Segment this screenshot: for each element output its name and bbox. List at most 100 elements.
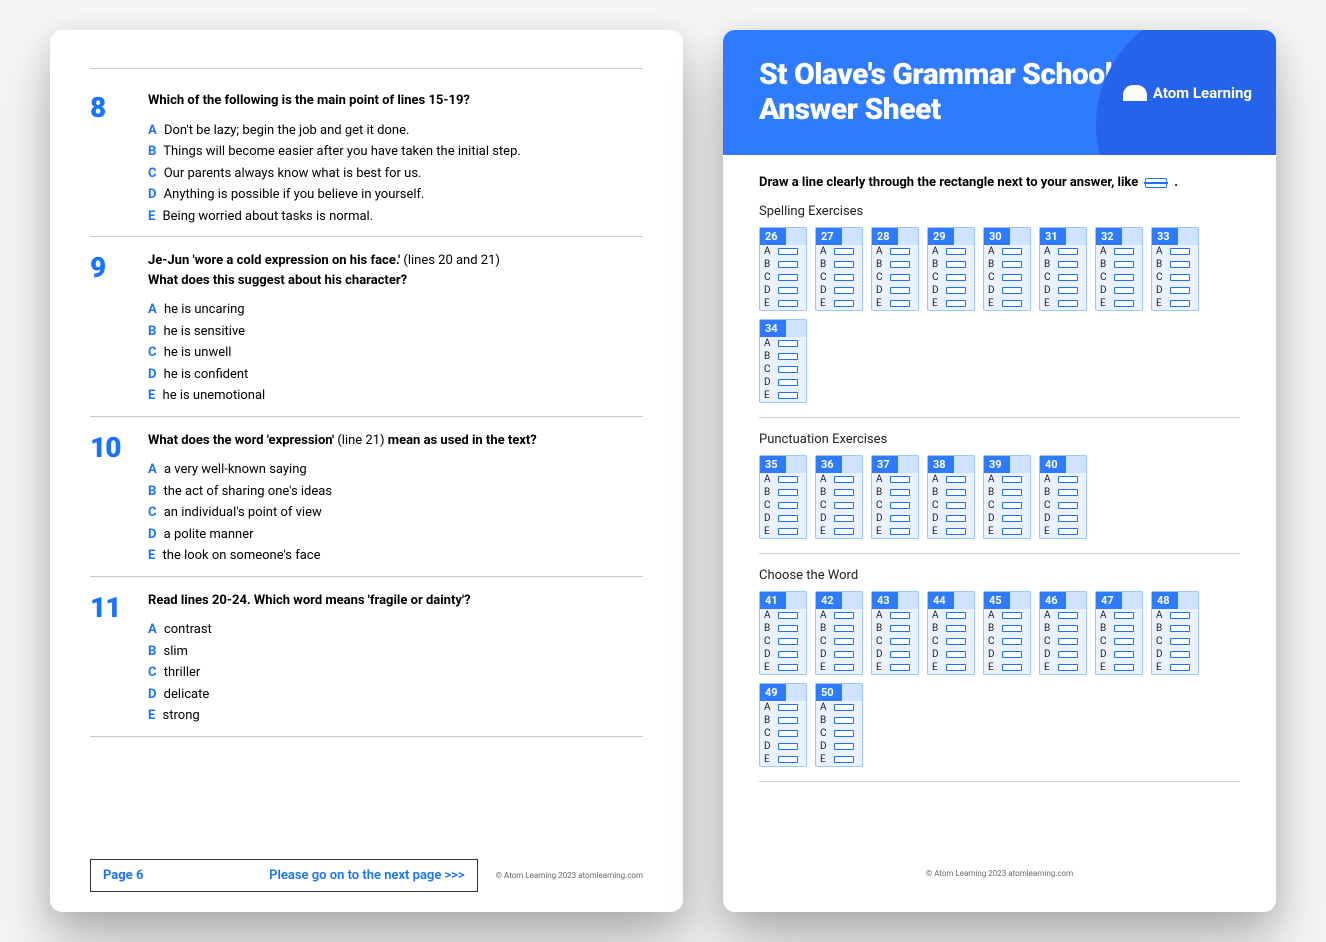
answer-option[interactable]: D delicate [148,685,643,705]
answer-bubble[interactable] [946,502,966,509]
answer-bubble[interactable] [778,717,798,724]
answer-option[interactable]: A Don't be lazy; begin the job and get i… [148,121,643,141]
answer-bubble[interactable] [834,502,854,509]
answer-bubble[interactable] [834,515,854,522]
answer-bubble[interactable] [1114,625,1134,632]
answer-bubble[interactable] [778,261,798,268]
answer-bubble[interactable] [1114,300,1134,307]
answer-bubble[interactable] [834,730,854,737]
answer-bubble[interactable] [834,651,854,658]
answer-bubble[interactable] [1058,489,1078,496]
answer-bubble[interactable] [1170,651,1190,658]
answer-bubble[interactable] [890,638,910,645]
answer-bubble[interactable] [834,528,854,535]
answer-bubble[interactable] [778,612,798,619]
answer-bubble[interactable] [1058,625,1078,632]
answer-option[interactable]: C an individual's point of view [148,503,643,523]
answer-bubble[interactable] [778,379,798,386]
answer-option[interactable]: E strong [148,706,643,726]
answer-bubble[interactable] [1002,261,1022,268]
answer-bubble[interactable] [1170,625,1190,632]
answer-bubble[interactable] [890,261,910,268]
answer-bubble[interactable] [1002,664,1022,671]
answer-bubble[interactable] [834,664,854,671]
answer-option[interactable]: A he is uncaring [148,300,643,320]
answer-bubble[interactable] [946,664,966,671]
answer-option[interactable]: A a very well-known saying [148,460,643,480]
answer-bubble[interactable] [834,261,854,268]
answer-bubble[interactable] [946,651,966,658]
answer-bubble[interactable] [1170,287,1190,294]
answer-bubble[interactable] [1058,502,1078,509]
answer-bubble[interactable] [778,502,798,509]
answer-bubble[interactable] [834,625,854,632]
answer-bubble[interactable] [1058,287,1078,294]
answer-bubble[interactable] [946,287,966,294]
answer-bubble[interactable] [946,274,966,281]
answer-bubble[interactable] [1058,300,1078,307]
answer-option[interactable]: E the look on someone's face [148,546,643,566]
answer-bubble[interactable] [778,664,798,671]
answer-bubble[interactable] [778,248,798,255]
answer-bubble[interactable] [834,489,854,496]
answer-bubble[interactable] [946,638,966,645]
answer-bubble[interactable] [946,476,966,483]
answer-bubble[interactable] [778,756,798,763]
answer-bubble[interactable] [834,287,854,294]
answer-bubble[interactable] [1114,248,1134,255]
answer-bubble[interactable] [778,366,798,373]
answer-bubble[interactable] [1002,274,1022,281]
answer-bubble[interactable] [1002,248,1022,255]
answer-bubble[interactable] [1170,638,1190,645]
answer-bubble[interactable] [1058,261,1078,268]
answer-bubble[interactable] [1058,274,1078,281]
answer-option[interactable]: A contrast [148,620,643,640]
answer-bubble[interactable] [1114,261,1134,268]
answer-bubble[interactable] [834,717,854,724]
answer-bubble[interactable] [946,612,966,619]
answer-bubble[interactable] [778,651,798,658]
answer-bubble[interactable] [1114,274,1134,281]
answer-bubble[interactable] [1002,489,1022,496]
answer-bubble[interactable] [1058,664,1078,671]
answer-option[interactable]: B Things will become easier after you ha… [148,142,643,162]
answer-bubble[interactable] [1002,528,1022,535]
answer-bubble[interactable] [1058,638,1078,645]
answer-bubble[interactable] [834,704,854,711]
answer-bubble[interactable] [834,638,854,645]
answer-bubble[interactable] [778,489,798,496]
answer-option[interactable]: C Our parents always know what is best f… [148,164,643,184]
answer-bubble[interactable] [1058,612,1078,619]
answer-bubble[interactable] [890,489,910,496]
answer-bubble[interactable] [1170,300,1190,307]
answer-bubble[interactable] [834,756,854,763]
answer-bubble[interactable] [1002,515,1022,522]
answer-bubble[interactable] [778,392,798,399]
answer-bubble[interactable] [1002,625,1022,632]
answer-option[interactable]: E he is unemotional [148,386,643,406]
answer-bubble[interactable] [890,625,910,632]
answer-bubble[interactable] [1170,612,1190,619]
answer-bubble[interactable] [834,300,854,307]
answer-bubble[interactable] [834,743,854,750]
answer-option[interactable]: E Being worried about tasks is normal. [148,207,643,227]
answer-bubble[interactable] [1170,248,1190,255]
answer-bubble[interactable] [778,743,798,750]
answer-bubble[interactable] [834,274,854,281]
answer-bubble[interactable] [890,502,910,509]
answer-bubble[interactable] [778,287,798,294]
answer-bubble[interactable] [1114,287,1134,294]
answer-bubble[interactable] [778,300,798,307]
answer-bubble[interactable] [834,248,854,255]
answer-bubble[interactable] [1114,664,1134,671]
answer-bubble[interactable] [890,528,910,535]
answer-bubble[interactable] [890,476,910,483]
answer-option[interactable]: B he is sensitive [148,322,643,342]
answer-bubble[interactable] [890,651,910,658]
answer-bubble[interactable] [890,515,910,522]
answer-option[interactable]: C thriller [148,663,643,683]
answer-bubble[interactable] [890,612,910,619]
answer-bubble[interactable] [1058,476,1078,483]
answer-bubble[interactable] [778,515,798,522]
answer-bubble[interactable] [946,248,966,255]
